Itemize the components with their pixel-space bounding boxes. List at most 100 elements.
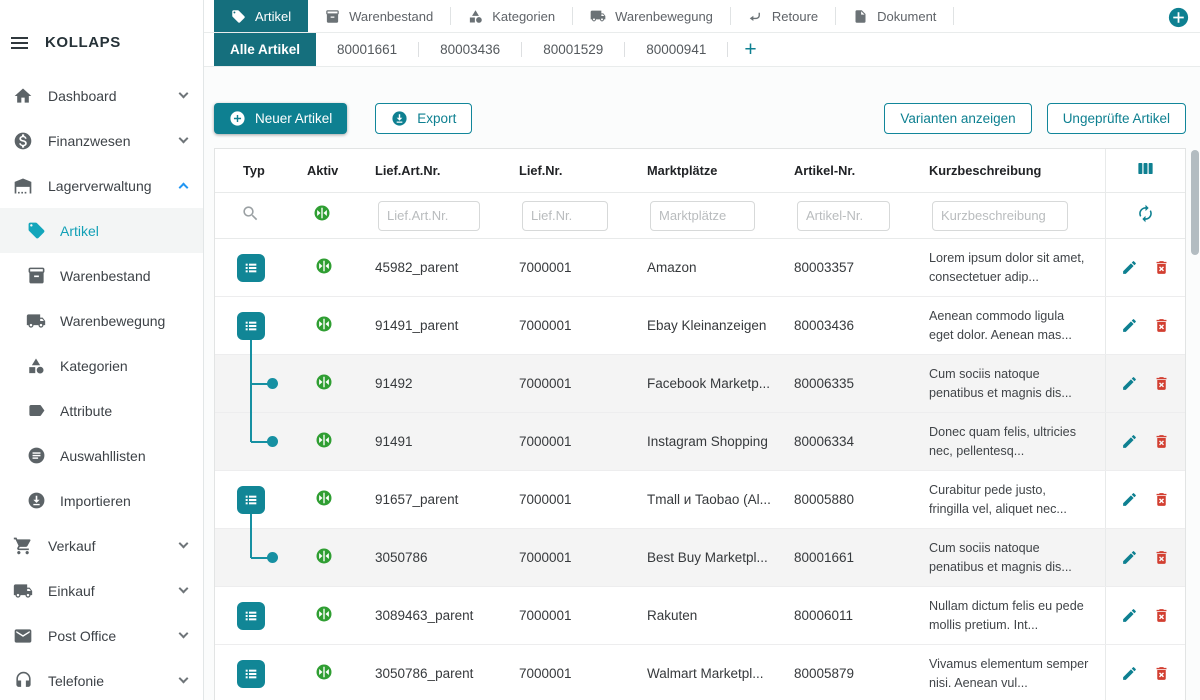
sidebar-item-auswahllisten[interactable]: Auswahllisten xyxy=(0,433,203,478)
app-root: KOLLAPS Dashboard Finanzwesen Lagerverwa… xyxy=(0,0,1200,700)
active-status-icon[interactable] xyxy=(315,257,333,275)
toolbar: Neuer Artikel Export Varianten anzeigen … xyxy=(214,103,1186,134)
column-header-marktplaetze[interactable]: Marktplätze xyxy=(645,163,792,178)
new-article-button[interactable]: Neuer Artikel xyxy=(214,103,347,134)
sidebar-item-warenbewegung[interactable]: Warenbewegung xyxy=(0,298,203,343)
active-status-icon[interactable] xyxy=(315,373,333,391)
delete-icon[interactable] xyxy=(1153,317,1170,334)
marktplatz-cell: Facebook Marketp... xyxy=(645,376,792,391)
show-variants-label: Varianten anzeigen xyxy=(900,111,1015,126)
sidebar-item-attribute[interactable]: Attribute xyxy=(0,388,203,433)
edit-icon[interactable] xyxy=(1121,491,1138,508)
home-icon xyxy=(12,86,34,106)
filter-row xyxy=(215,193,1185,239)
search-icon[interactable] xyxy=(241,210,260,227)
subtab-article[interactable]: 80003436 xyxy=(419,33,521,66)
category-icon xyxy=(25,357,47,375)
lief-nr-cell: 7000001 xyxy=(517,434,645,449)
row-actions xyxy=(1105,297,1185,354)
subtab-article[interactable]: 80000941 xyxy=(625,33,727,66)
sidebar-item-post-office[interactable]: Post Office xyxy=(0,613,203,658)
sidebar-item-dashboard[interactable]: Dashboard xyxy=(0,73,203,118)
sidebar-item-warenbestand[interactable]: Warenbestand xyxy=(0,253,203,298)
add-subtab-button[interactable]: + xyxy=(728,33,772,66)
active-status-icon[interactable] xyxy=(315,605,333,623)
sidebar-item-lagerverwaltung[interactable]: Lagerverwaltung xyxy=(0,163,203,208)
table-row: 3089463_parent 7000001 Rakuten 80006011 … xyxy=(215,587,1185,645)
subtab-alle-artikel[interactable]: Alle Artikel xyxy=(214,33,316,66)
sidebar-item-label: Telefonie xyxy=(48,673,180,689)
kurzbeschreibung-filter-input[interactable] xyxy=(932,201,1068,231)
edit-icon[interactable] xyxy=(1121,375,1138,392)
column-header-aktiv[interactable]: Aktiv xyxy=(305,163,373,178)
chevron-down-icon xyxy=(179,674,189,684)
refresh-icon[interactable] xyxy=(1136,204,1155,228)
tab-warenbewegung[interactable]: Warenbewegung xyxy=(573,0,730,32)
sidebar-item-telefonie[interactable]: Telefonie xyxy=(0,658,203,700)
lief-nr-filter-input[interactable] xyxy=(522,201,608,231)
active-status-icon[interactable] xyxy=(315,547,333,565)
sidebar-item-kategorien[interactable]: Kategorien xyxy=(0,343,203,388)
delete-icon[interactable] xyxy=(1153,549,1170,566)
column-header-lief-nr[interactable]: Lief.Nr. xyxy=(517,163,645,178)
filter-actions xyxy=(1105,193,1185,238)
sidebar-item-einkauf[interactable]: Einkauf xyxy=(0,568,203,613)
vertical-scrollbar[interactable] xyxy=(1191,150,1199,255)
delete-icon[interactable] xyxy=(1153,665,1170,682)
delete-icon[interactable] xyxy=(1153,375,1170,392)
active-status-icon[interactable] xyxy=(315,431,333,449)
active-status-icon[interactable] xyxy=(315,489,333,507)
tab-dokument[interactable]: Dokument xyxy=(836,0,953,32)
edit-icon[interactable] xyxy=(1121,549,1138,566)
subtab-article[interactable]: 80001661 xyxy=(316,33,418,66)
tree-connector-dot xyxy=(267,378,278,389)
flip-active-icon[interactable] xyxy=(313,209,331,226)
document-icon xyxy=(853,9,868,24)
delete-icon[interactable] xyxy=(1153,433,1170,450)
edit-icon[interactable] xyxy=(1121,665,1138,682)
tab-warenbestand[interactable]: Warenbestand xyxy=(308,0,450,32)
tab-kategorien[interactable]: Kategorien xyxy=(451,0,572,32)
sidebar-item-finanzwesen[interactable]: Finanzwesen xyxy=(0,118,203,163)
edit-icon[interactable] xyxy=(1121,317,1138,334)
subtab-label: 80003436 xyxy=(440,42,500,57)
list-circle-icon xyxy=(25,446,47,465)
sidebar-item-label: Einkauf xyxy=(48,583,180,599)
lief-art-nr-filter-input[interactable] xyxy=(378,201,480,231)
tab-retoure[interactable]: Retoure xyxy=(731,0,835,32)
unchecked-articles-label: Ungeprüfte Artikel xyxy=(1063,111,1170,126)
column-header-artikel-nr[interactable]: Artikel-Nr. xyxy=(792,163,927,178)
columns-icon[interactable] xyxy=(1136,159,1155,183)
tree-connector-line xyxy=(250,514,252,529)
sidebar-item-importieren[interactable]: Importieren xyxy=(0,478,203,523)
unchecked-articles-button[interactable]: Ungeprüfte Artikel xyxy=(1047,103,1186,134)
column-header-kurzbeschreibung[interactable]: Kurzbeschreibung xyxy=(927,163,1105,178)
edit-icon[interactable] xyxy=(1121,607,1138,624)
show-variants-button[interactable]: Varianten anzeigen xyxy=(884,103,1031,134)
sidebar-item-label: Warenbewegung xyxy=(60,313,187,329)
artikel-nr-filter-input[interactable] xyxy=(797,201,890,231)
active-status-icon[interactable] xyxy=(315,315,333,333)
sidebar-item-verkauf[interactable]: Verkauf xyxy=(0,523,203,568)
tab-artikel[interactable]: Artikel xyxy=(214,0,308,32)
subtab-label: 80001661 xyxy=(337,42,397,57)
aktiv-cell xyxy=(305,315,373,336)
export-button[interactable]: Export xyxy=(375,103,472,134)
artikel-nr-cell: 80006011 xyxy=(792,608,927,623)
menu-icon[interactable] xyxy=(9,35,30,51)
marktplaetze-filter-input[interactable] xyxy=(650,201,755,231)
subtab-article[interactable]: 80001529 xyxy=(522,33,624,66)
column-header-lief-art-nr[interactable]: Lief.Art.Nr. xyxy=(373,163,517,178)
delete-icon[interactable] xyxy=(1153,607,1170,624)
edit-icon[interactable] xyxy=(1121,433,1138,450)
add-tab-button[interactable] xyxy=(1168,7,1189,28)
plus-circle-icon xyxy=(229,110,246,127)
sidebar-item-artikel[interactable]: Artikel xyxy=(0,208,203,253)
delete-icon[interactable] xyxy=(1153,491,1170,508)
filter-aktiv xyxy=(305,204,373,227)
edit-icon[interactable] xyxy=(1121,259,1138,276)
cart-icon xyxy=(12,536,34,556)
column-header-typ[interactable]: Typ xyxy=(215,163,305,178)
active-status-icon[interactable] xyxy=(315,663,333,681)
delete-icon[interactable] xyxy=(1153,259,1170,276)
